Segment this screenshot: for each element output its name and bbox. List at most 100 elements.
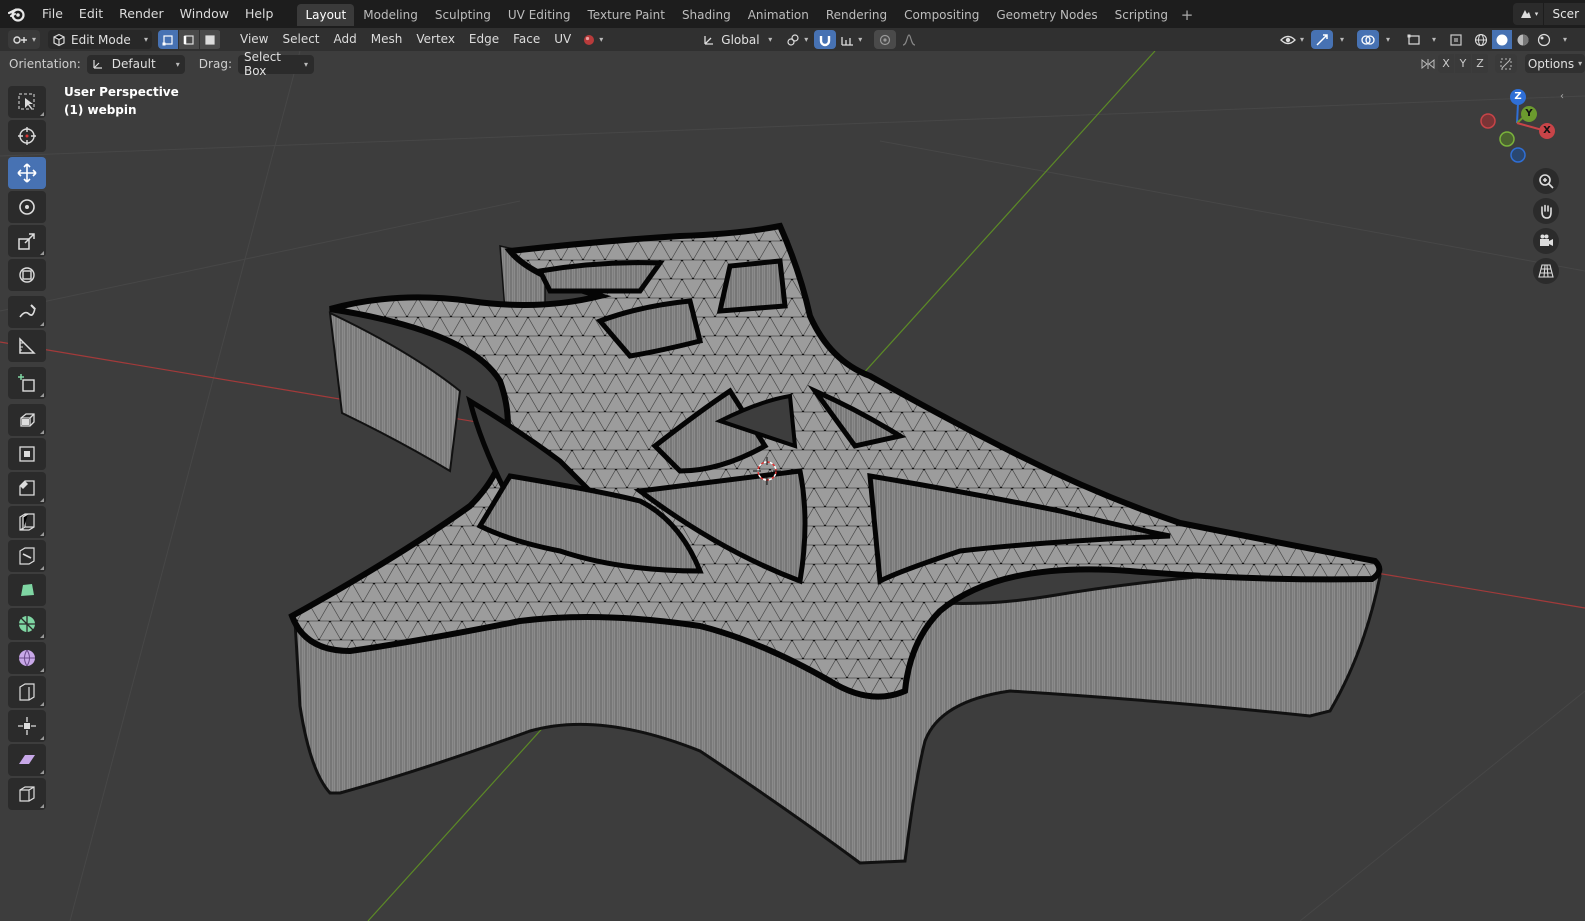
edge-slide-tool[interactable] <box>8 676 46 708</box>
bevel-tool[interactable] <box>8 472 46 504</box>
pivot-point-dropdown[interactable]: ▾ <box>782 30 812 49</box>
gizmo-toggle[interactable] <box>1311 30 1333 49</box>
menu-uv[interactable]: UV <box>547 28 578 51</box>
menu-face[interactable]: Face <box>506 28 547 51</box>
bevel-icon <box>19 480 35 496</box>
extrude-tool[interactable] <box>8 404 46 436</box>
edge-select-mode-button[interactable] <box>179 30 199 49</box>
gizmo-dropdown[interactable]: ▾ <box>1333 30 1351 49</box>
inset-tool[interactable] <box>8 438 46 470</box>
rip-tool[interactable] <box>8 778 46 810</box>
topology-mirror-toggle[interactable] <box>1495 54 1517 73</box>
rendered-shading-button[interactable] <box>1534 30 1554 49</box>
gizmo-neg-x-icon[interactable] <box>1480 113 1496 129</box>
tab-uv-editing[interactable]: UV Editing <box>500 4 579 26</box>
knife-icon <box>19 547 35 565</box>
add-workspace-button[interactable]: + <box>1177 4 1197 26</box>
mesh-overlay-dropdown[interactable]: ▾ <box>1425 30 1443 49</box>
perspective-toggle-button[interactable] <box>1533 258 1559 284</box>
shrink-fatten-tool[interactable] <box>8 710 46 742</box>
mesh-edit-overlay-toggle[interactable] <box>1403 30 1425 49</box>
drag-dropdown[interactable]: Select Box ▾ <box>237 50 314 78</box>
tab-texture-paint[interactable]: Texture Paint <box>580 4 673 26</box>
gizmo-x-icon[interactable]: X <box>1539 123 1555 139</box>
face-select-mode-button[interactable] <box>200 30 220 49</box>
gizmo-z-icon[interactable]: Z <box>1510 89 1526 105</box>
solid-shading-button[interactable] <box>1492 30 1512 49</box>
snap-toggle[interactable] <box>814 30 837 49</box>
knife-tool[interactable] <box>8 540 46 572</box>
menu-view[interactable]: View <box>233 28 275 51</box>
mirror-z-toggle[interactable]: Z <box>1472 54 1488 73</box>
add-cube-tool[interactable] <box>8 367 46 399</box>
tab-sculpting[interactable]: Sculpting <box>427 4 499 26</box>
zoom-button[interactable] <box>1533 168 1559 194</box>
blender-logo-icon[interactable] <box>0 0 34 28</box>
menu-render[interactable]: Render <box>111 0 172 28</box>
xray-toggle[interactable] <box>1445 30 1467 49</box>
transform-tool[interactable] <box>8 259 46 291</box>
scene-selector[interactable]: ▾ Scer <box>1513 3 1585 25</box>
material-color-dropdown[interactable]: ▾ <box>578 30 608 49</box>
proportional-edit-toggle[interactable] <box>874 30 897 49</box>
scene-icon[interactable]: ▾ <box>1513 3 1544 25</box>
gizmo-neg-y-icon[interactable] <box>1499 131 1515 147</box>
scale-tool[interactable] <box>8 225 46 257</box>
gizmo-y-icon[interactable]: Y <box>1521 106 1537 122</box>
menu-mesh[interactable]: Mesh <box>364 28 410 51</box>
snap-target-dropdown[interactable]: ▾ <box>836 30 866 49</box>
rotate-tool[interactable] <box>8 191 46 223</box>
menu-add[interactable]: Add <box>327 28 364 51</box>
mode-dropdown[interactable]: Edit Mode ▾ <box>48 30 152 49</box>
select-box-tool[interactable] <box>8 86 46 118</box>
overlays-dropdown[interactable]: ▾ <box>1379 30 1397 49</box>
smooth-tool[interactable] <box>8 642 46 674</box>
tab-rendering[interactable]: Rendering <box>818 4 895 26</box>
move-tool[interactable] <box>8 157 46 189</box>
proportional-falloff-dropdown[interactable] <box>896 30 922 49</box>
annotate-tool[interactable] <box>8 296 46 328</box>
options-dropdown[interactable]: Options ▾ <box>1525 54 1585 73</box>
webpin-mesh[interactable] <box>288 222 1383 865</box>
menu-help[interactable]: Help <box>237 0 282 28</box>
tab-scripting[interactable]: Scripting <box>1107 4 1176 26</box>
tab-layout[interactable]: Layout <box>297 4 355 26</box>
visibility-dropdown[interactable]: ▾ <box>1277 30 1307 49</box>
pan-button[interactable] <box>1533 198 1559 224</box>
material-preview-button[interactable] <box>1513 30 1533 49</box>
mirror-y-toggle[interactable]: Y <box>1455 54 1471 73</box>
camera-view-button[interactable] <box>1533 228 1559 254</box>
viewport-scene[interactable] <box>0 51 1585 921</box>
wireframe-shading-button[interactable] <box>1471 30 1491 49</box>
shading-dropdown[interactable]: ▾ <box>1555 30 1575 49</box>
menu-window[interactable]: Window <box>172 0 237 28</box>
tab-animation[interactable]: Animation <box>740 4 817 26</box>
gizmo-neg-z-icon[interactable] <box>1510 147 1526 163</box>
3d-viewport[interactable]: User Perspective (1) webpin Z Y X ‹ <box>0 51 1585 921</box>
orientation-dropdown[interactable]: Default ▾ <box>86 54 185 74</box>
magnet-icon <box>820 35 831 46</box>
menu-vertex[interactable]: Vertex <box>409 28 462 51</box>
editor-type-button[interactable]: ▾ <box>8 30 40 49</box>
overlays-toggle[interactable] <box>1357 30 1379 49</box>
vertex-select-mode-button[interactable] <box>158 30 178 49</box>
scene-name[interactable]: Scer <box>1543 3 1585 25</box>
cursor-tool[interactable] <box>8 120 46 152</box>
spin-tool[interactable] <box>8 608 46 640</box>
menu-edit[interactable]: Edit <box>71 0 111 28</box>
tab-modeling[interactable]: Modeling <box>355 4 426 26</box>
tab-geometry-nodes[interactable]: Geometry Nodes <box>988 4 1105 26</box>
mirror-icon[interactable] <box>1418 54 1438 73</box>
shear-tool[interactable] <box>8 744 46 776</box>
sidebar-toggle-icon[interactable]: ‹ <box>1560 91 1564 102</box>
poly-build-tool[interactable] <box>8 574 46 606</box>
transform-orientation-dropdown[interactable]: Global ▾ <box>698 30 777 49</box>
tab-shading[interactable]: Shading <box>674 4 739 26</box>
loop-cut-tool[interactable] <box>8 506 46 538</box>
tab-compositing[interactable]: Compositing <box>896 4 987 26</box>
menu-select[interactable]: Select <box>275 28 326 51</box>
measure-tool[interactable] <box>8 330 46 362</box>
mirror-x-toggle[interactable]: X <box>1438 54 1454 73</box>
menu-file[interactable]: File <box>34 0 71 28</box>
menu-edge[interactable]: Edge <box>462 28 506 51</box>
